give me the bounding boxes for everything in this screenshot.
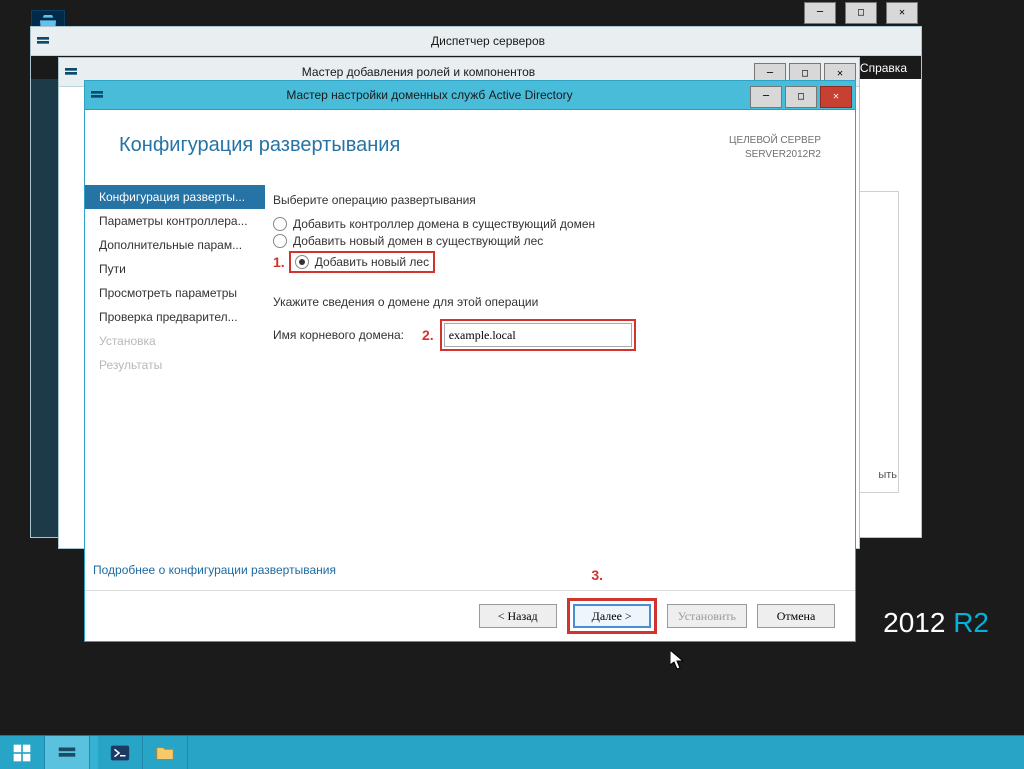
taskbar-explorer[interactable] xyxy=(143,736,188,769)
nav-step[interactable]: Конфигурация разверты... xyxy=(85,185,265,209)
window-title: Мастер добавления ролей и компонентов xyxy=(83,65,754,79)
nav-step: Результаты xyxy=(85,353,265,377)
titlebar[interactable]: Мастер настройки доменных служб Active D… xyxy=(85,81,855,110)
menu-help[interactable]: Справка xyxy=(860,61,907,75)
window-adds-wizard: Мастер настройки доменных служб Active D… xyxy=(84,80,856,642)
taskbar xyxy=(0,735,1024,769)
nav-step[interactable]: Проверка предварител... xyxy=(85,305,265,329)
wizard-pane: Выберите операцию развертывания Добавить… xyxy=(265,177,855,585)
maximize-button[interactable]: □ xyxy=(845,2,877,24)
wizard-icon xyxy=(85,87,109,103)
close-button[interactable]: ✕ xyxy=(886,2,918,24)
radio-add-new-forest[interactable]: Добавить новый лес xyxy=(295,255,429,269)
page-heading: Конфигурация развертывания xyxy=(119,134,729,162)
nav-step[interactable]: Дополнительные парам... xyxy=(85,233,265,257)
minimize-button[interactable]: ─ xyxy=(750,86,782,108)
nav-step[interactable]: Параметры контроллера... xyxy=(85,209,265,233)
taskbar-server-manager[interactable] xyxy=(45,736,90,769)
titlebar[interactable]: Диспетчер серверов xyxy=(31,27,921,56)
target-server-info: ЦЕЛЕВОЙ СЕРВЕР SERVER2012R2 xyxy=(729,134,821,162)
callout-2: 2. xyxy=(422,327,434,343)
window-title: Мастер настройки доменных служб Active D… xyxy=(109,88,750,102)
server-manager-icon xyxy=(31,33,55,49)
callout-3: 3. xyxy=(591,567,603,583)
taskbar-powershell[interactable] xyxy=(98,736,143,769)
operation-label: Выберите операцию развертывания xyxy=(273,193,829,207)
root-domain-input[interactable] xyxy=(444,323,632,347)
nav-step[interactable]: Пути xyxy=(85,257,265,281)
nav-step[interactable]: Просмотреть параметры xyxy=(85,281,265,305)
wizard-nav: Конфигурация разверты...Параметры контро… xyxy=(85,177,265,585)
start-button[interactable] xyxy=(0,736,45,769)
back-button[interactable]: < Назад xyxy=(479,604,557,628)
radio-add-domain-existing-forest[interactable]: Добавить новый домен в существующий лес xyxy=(273,234,829,248)
domain-info-label: Укажите сведения о домене для этой опера… xyxy=(273,295,829,309)
wizard-icon xyxy=(59,64,83,80)
minimize-button[interactable]: ─ xyxy=(804,2,836,24)
next-button[interactable]: Далее > xyxy=(573,604,651,628)
callout-1: 1. xyxy=(273,254,285,270)
wizard-footer: < Назад Далее > Установить Отмена xyxy=(85,590,855,641)
root-domain-label: Имя корневого домена: xyxy=(273,328,404,342)
maximize-button[interactable]: □ xyxy=(785,86,817,108)
cancel-button[interactable]: Отмена xyxy=(757,604,835,628)
os-brand: 2012 R2 xyxy=(883,607,989,639)
nav-step: Установка xyxy=(85,329,265,353)
hide-label[interactable]: ыть xyxy=(878,469,897,481)
install-button[interactable]: Установить xyxy=(667,604,747,628)
close-button[interactable]: ✕ xyxy=(820,86,852,108)
mouse-cursor-icon xyxy=(670,650,684,670)
more-info-link[interactable]: Подробнее о конфигурации развертывания xyxy=(93,563,336,577)
radio-add-dc-existing-domain[interactable]: Добавить контроллер домена в существующи… xyxy=(273,217,829,231)
window-title: Диспетчер серверов xyxy=(55,34,921,48)
